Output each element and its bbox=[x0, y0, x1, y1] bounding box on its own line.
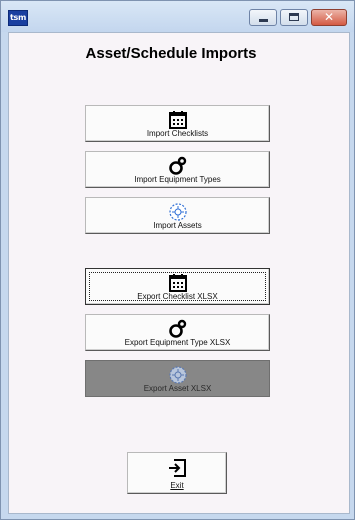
import-checklists-button[interactable]: Import Checklists bbox=[85, 105, 270, 142]
export-asset-xlsx-button[interactable]: Export Asset XLSX bbox=[85, 360, 270, 397]
minimize-icon bbox=[259, 19, 268, 22]
app-icon: tsm bbox=[8, 10, 28, 26]
close-icon: ✕ bbox=[323, 10, 335, 24]
maximize-button[interactable] bbox=[280, 9, 308, 26]
export-equipment-type-xlsx-button[interactable]: Export Equipment Type XLSX bbox=[85, 314, 270, 351]
export-equipment-type-xlsx-label: Export Equipment Type XLSX bbox=[124, 338, 231, 347]
client-area: Asset/Schedule Imports Import Checklists… bbox=[8, 32, 350, 514]
exit-icon bbox=[169, 459, 186, 477]
page-title: Asset/Schedule Imports bbox=[85, 45, 257, 62]
exit-label: Exit bbox=[170, 481, 184, 490]
equipment-type-icon bbox=[168, 156, 186, 175]
maximize-icon bbox=[289, 13, 299, 21]
import-equipment-types-button[interactable]: Import Equipment Types bbox=[85, 151, 270, 188]
import-assets-label: Import Assets bbox=[153, 221, 202, 230]
import-equipment-types-label: Import Equipment Types bbox=[134, 175, 221, 184]
asset-icon bbox=[168, 203, 187, 221]
minimize-button[interactable] bbox=[249, 9, 277, 26]
export-checklist-xlsx-button[interactable]: Export Checklist XLSX bbox=[85, 268, 270, 305]
title-bar[interactable]: tsm ✕ bbox=[1, 1, 354, 32]
calendar-icon bbox=[168, 274, 187, 292]
asset-icon bbox=[168, 366, 187, 384]
calendar-icon bbox=[168, 111, 187, 129]
close-button[interactable]: ✕ bbox=[311, 9, 347, 26]
export-asset-xlsx-label: Export Asset XLSX bbox=[143, 384, 212, 393]
app-window: tsm ✕ Asset/Schedule Imports Import Chec… bbox=[0, 0, 355, 520]
import-checklists-label: Import Checklists bbox=[146, 129, 209, 138]
export-checklist-xlsx-label: Export Checklist XLSX bbox=[137, 292, 218, 301]
exit-button[interactable]: Exit bbox=[127, 452, 227, 494]
equipment-type-icon bbox=[168, 319, 186, 338]
import-assets-button[interactable]: Import Assets bbox=[85, 197, 270, 234]
